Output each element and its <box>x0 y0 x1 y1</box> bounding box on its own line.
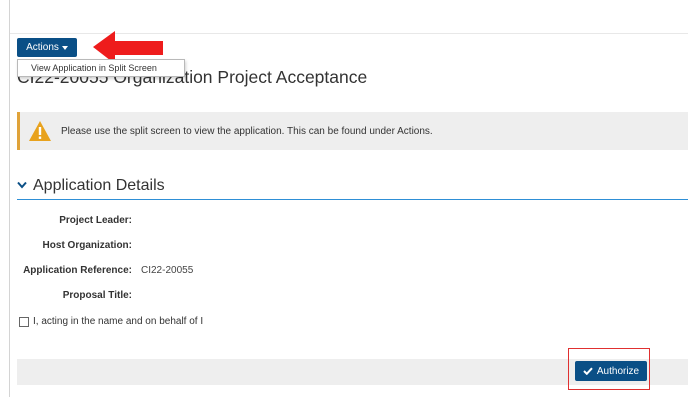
left-frame-line <box>9 33 10 397</box>
alert-message: Please use the split screen to view the … <box>61 125 433 137</box>
check-icon <box>583 367 593 375</box>
consent-row: I, acting in the name and on behalf of I <box>19 316 203 327</box>
field-label-application-reference: Application Reference: <box>23 265 132 276</box>
field-label-host-organization: Host Organization: <box>42 240 132 251</box>
chevron-down-icon <box>17 181 27 189</box>
warning-icon <box>29 121 51 141</box>
menu-item-view-split-screen[interactable]: View Application in Split Screen <box>18 60 184 74</box>
warning-alert: Please use the split screen to view the … <box>17 112 688 150</box>
field-label-project-leader: Project Leader: <box>59 215 132 226</box>
field-value-application-reference: CI22-20055 <box>141 265 194 276</box>
consent-label: I, acting in the name and on behalf of I <box>33 316 204 327</box>
authorize-label: Authorize <box>596 365 640 377</box>
consent-checkbox[interactable] <box>19 316 29 327</box>
section-application-details[interactable]: Application Details <box>17 176 688 200</box>
section-title: Application Details <box>33 177 165 194</box>
caret-down-icon <box>61 46 68 50</box>
field-label-proposal-title: Proposal Title: <box>62 290 132 301</box>
authorize-button[interactable]: Authorize <box>575 361 647 381</box>
actions-dropdown-menu: View Application in Split Screen <box>17 59 185 77</box>
actions-label: Actions <box>26 42 59 53</box>
actions-button[interactable]: Actions <box>17 38 77 57</box>
